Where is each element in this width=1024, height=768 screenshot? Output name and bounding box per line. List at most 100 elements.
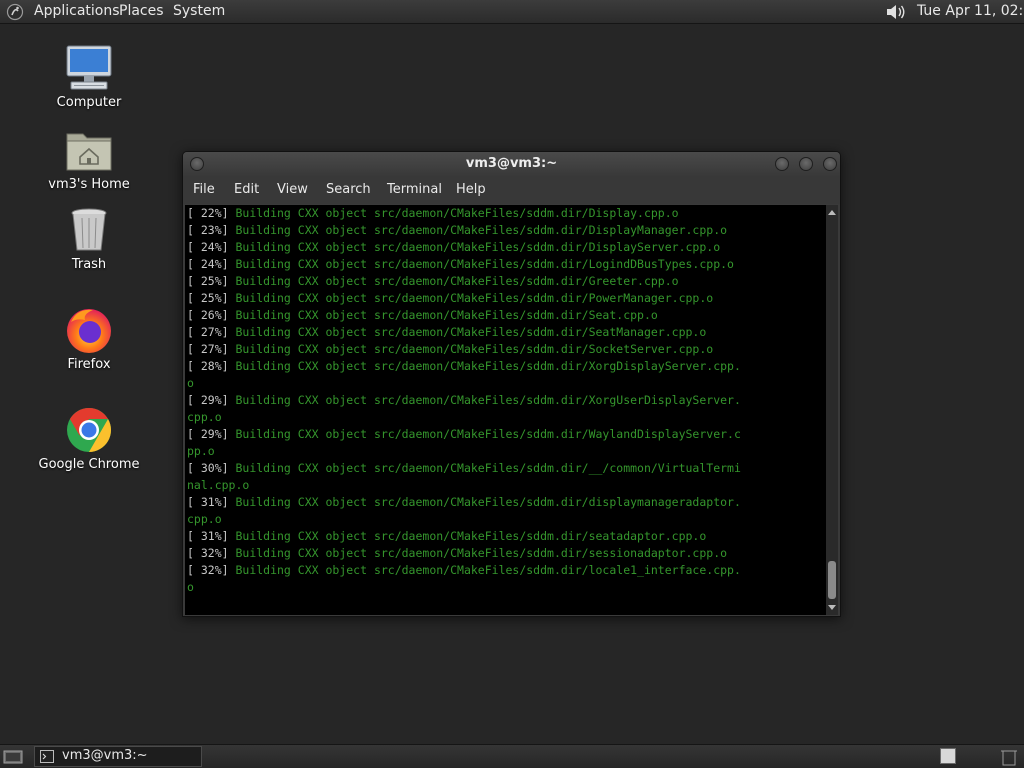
build-message: Building CXX object src/daemon/CMakeFile… [228,206,679,220]
menu-edit[interactable]: Edit [234,182,259,197]
build-message: Building CXX object src/daemon/CMakeFile… [228,291,714,305]
build-percent: [ 24%] [187,240,229,254]
build-message: Building CXX object src/daemon/CMakeFile… [228,563,741,577]
trash-icon [71,208,107,251]
build-percent: [ 25%] [187,291,229,305]
terminal-line: [ 27%] Building CXX object src/daemon/CM… [187,341,826,358]
build-percent: [ 29%] [187,393,229,407]
terminal-line: [ 24%] Building CXX object src/daemon/CM… [187,256,826,273]
scroll-up-arrow-icon[interactable] [826,207,838,217]
build-message: Building CXX object src/daemon/CMakeFile… [228,325,707,339]
firefox-icon [67,309,111,353]
build-percent: [ 27%] [187,342,229,356]
terminal-scrollbar[interactable] [826,205,838,615]
terminal-line: [ 31%] Building CXX object src/daemon/CM… [187,494,826,511]
terminal-line: [ 31%] Building CXX object src/daemon/CM… [187,528,826,545]
build-percent: [ 30%] [187,461,229,475]
build-percent: [ 25%] [187,274,229,288]
terminal-line: [ 32%] Building CXX object src/daemon/CM… [187,562,826,579]
build-percent: [ 32%] [187,546,229,560]
desktop-icon-label: Computer [56,95,122,110]
menu-terminal[interactable]: Terminal [387,182,442,197]
scroll-down-arrow-icon[interactable] [826,603,838,613]
terminal-line: [ 32%] Building CXX object src/daemon/CM… [187,545,826,562]
desktop-icon-trash[interactable]: Trash [34,206,144,272]
build-message: Building CXX object src/daemon/CMakeFile… [228,342,714,356]
applications-menu[interactable]: Applications [34,3,120,19]
window-titlebar[interactable]: vm3@vm3:~ [183,152,840,177]
maximize-button[interactable] [799,157,813,171]
terminal-line: [ 25%] Building CXX object src/daemon/CM… [187,273,826,290]
terminal-line: [ 28%] Building CXX object src/daemon/CM… [187,358,826,375]
build-message: Building CXX object src/daemon/CMakeFile… [228,427,741,441]
terminal-line: [ 29%] Building CXX object src/daemon/CM… [187,426,826,443]
desktop-icon-computer[interactable]: Computer [34,44,144,110]
build-percent: [ 22%] [187,206,229,220]
build-message: Building CXX object src/daemon/CMakeFile… [228,359,741,373]
build-percent: [ 27%] [187,325,229,339]
desktop-icon-label: Firefox [67,357,111,372]
build-message: Building CXX object src/daemon/CMakeFile… [228,223,728,237]
build-percent: [ 28%] [187,359,229,373]
terminal-line-wrap: cpp.o [187,512,222,526]
terminal-line: [ 22%] Building CXX object src/daemon/CM… [187,205,826,222]
clock[interactable]: Tue Apr 11, 02:28 [917,3,1024,19]
desktop-icon-label: vm3's Home [48,177,130,192]
top-panel: Applications Places System Tue Apr 11, 0… [0,0,1024,24]
build-percent: [ 26%] [187,308,229,322]
build-message: Building CXX object src/daemon/CMakeFile… [228,529,707,543]
build-percent: [ 29%] [187,427,229,441]
taskbar-item-label: vm3@vm3:~ [62,748,148,763]
workspace-switcher[interactable] [940,748,956,764]
terminal-line-wrap: o [187,376,194,390]
terminal-line-wrap: cpp.o [187,410,222,424]
terminal-line: [ 30%] Building CXX object src/daemon/CM… [187,460,826,477]
terminal-line: [ 26%] Building CXX object src/daemon/CM… [187,307,826,324]
terminal-line: [ 24%] Building CXX object src/daemon/CM… [187,239,826,256]
terminal-window[interactable]: vm3@vm3:~ File Edit View Search Terminal… [182,151,841,617]
trash-applet-icon[interactable] [1000,747,1018,767]
build-message: Building CXX object src/daemon/CMakeFile… [228,274,679,288]
build-message: Building CXX object src/daemon/CMakeFile… [228,461,741,475]
show-desktop-icon[interactable] [2,748,24,766]
build-message: Building CXX object src/daemon/CMakeFile… [228,257,734,271]
window-title: vm3@vm3:~ [465,156,558,171]
scrollbar-thumb[interactable] [828,561,836,599]
desktop-icon-label: Trash [71,257,107,272]
build-message: Building CXX object src/daemon/CMakeFile… [228,240,721,254]
desktop-icon-home[interactable]: vm3's Home [34,126,144,192]
bottom-panel: vm3@vm3:~ [0,744,1024,768]
places-menu[interactable]: Places [119,3,164,19]
terminal-icon [40,750,54,763]
terminal-line: [ 27%] Building CXX object src/daemon/CM… [187,324,826,341]
build-message: Building CXX object src/daemon/CMakeFile… [228,546,728,560]
build-percent: [ 31%] [187,495,229,509]
close-button[interactable] [823,157,837,171]
home-folder-icon [66,133,112,171]
terminal-output[interactable]: [ 22%] Building CXX object src/daemon/CM… [185,205,826,615]
build-percent: [ 24%] [187,257,229,271]
desktop-icon-label: Google Chrome [38,457,140,472]
system-menu[interactable]: System [173,3,225,19]
computer-icon [66,45,112,90]
minimize-button[interactable] [775,157,789,171]
taskbar-terminal-button[interactable]: vm3@vm3:~ [34,746,202,767]
build-percent: [ 32%] [187,563,229,577]
menu-search[interactable]: Search [326,182,371,197]
chrome-icon [67,408,111,452]
terminal-line-wrap: pp.o [187,444,215,458]
gnome-foot-icon[interactable] [6,3,24,21]
build-message: Building CXX object src/daemon/CMakeFile… [228,495,741,509]
build-percent: [ 23%] [187,223,229,237]
build-percent: [ 31%] [187,529,229,543]
terminal-menubar: File Edit View Search Terminal Help [183,177,840,204]
menu-help[interactable]: Help [456,182,486,197]
terminal-line-wrap: nal.cpp.o [187,478,250,492]
menu-file[interactable]: File [193,182,215,197]
desktop-icon-firefox[interactable]: Firefox [34,306,144,372]
speaker-icon[interactable] [884,2,908,22]
desktop-icon-chrome[interactable]: Google Chrome [34,406,144,472]
terminal-prompt-line [187,596,826,613]
menu-view[interactable]: View [277,182,308,197]
build-message: Building CXX object src/daemon/CMakeFile… [228,393,741,407]
